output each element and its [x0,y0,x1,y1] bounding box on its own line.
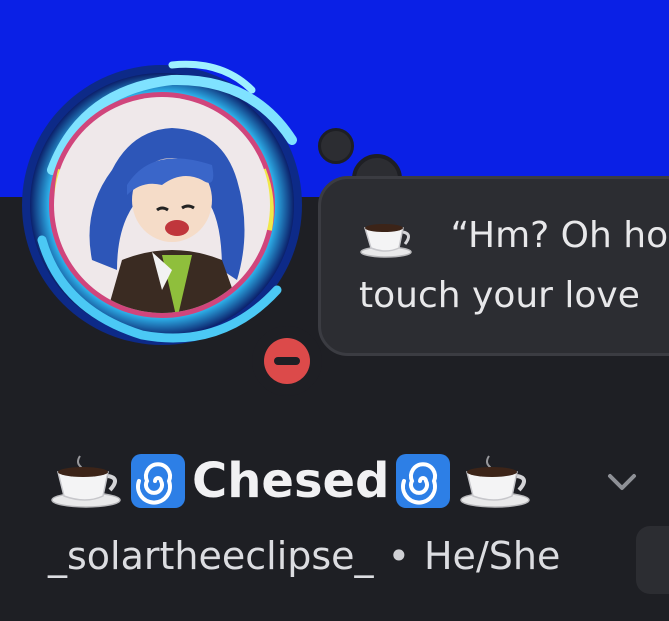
chevron-down-icon[interactable] [604,466,640,496]
display-name: Chesed [192,453,390,509]
profile-action-button[interactable] [636,526,669,594]
custom-status-line2: touch your love [359,275,640,316]
custom-status-bubble[interactable]: “Hm? Oh ho touch your love [318,176,669,356]
thought-bubble-dot [318,128,354,164]
separator: • [387,534,410,578]
coffee-icon [460,455,531,508]
coffee-icon [360,224,412,258]
avatar-image [22,60,302,345]
custom-status-line1: “Hm? Oh ho [359,215,668,258]
profile-popout: “Hm? Oh ho touch your love Chesed _solar… [0,0,669,621]
custom-status-text: “Hm? Oh ho [450,215,669,256]
pronouns: He/She [423,534,561,578]
avatar[interactable] [22,60,322,396]
username-row: _solartheeclipse_ • He/She [48,534,560,578]
coffee-icon [51,455,121,508]
spiral-icon [131,454,185,508]
display-name-row: Chesed [46,446,535,516]
status-dnd-icon [252,326,322,396]
spiral-icon [396,454,451,508]
username[interactable]: _solartheeclipse_ [48,534,374,578]
